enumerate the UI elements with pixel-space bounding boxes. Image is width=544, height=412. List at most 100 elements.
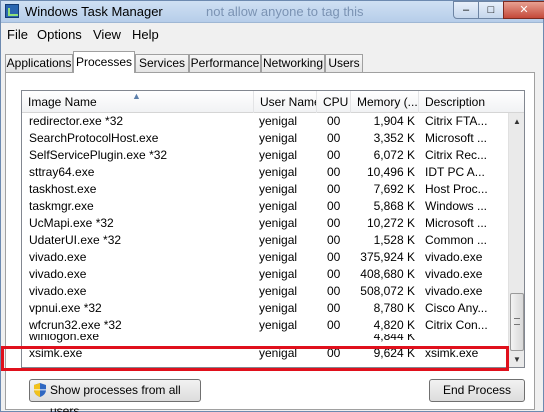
cell-user-name: yenigal (259, 131, 298, 145)
cell-cpu: 00 (327, 233, 341, 247)
cell-user-name: yenigal (259, 284, 298, 298)
tab-applications[interactable]: Applications (5, 54, 73, 73)
table-row[interactable]: redirector.exe *32 yenigal 00 1,904 K Citrix… (22, 113, 508, 130)
column-header-cpu[interactable]: CPU (317, 91, 351, 113)
cell-image-name: vivado.exe (29, 250, 87, 264)
cell-cpu: 00 (327, 114, 341, 128)
menu-bar: File Options View Help (1, 23, 543, 45)
table-row[interactable]: vivado.exe yenigal 00 508,072 K vivado.exe (22, 283, 508, 300)
cell-user-name: yenigal (259, 346, 298, 360)
process-list[interactable]: Image Name ▲ User Name CPU Memory (... D… (21, 90, 525, 368)
tab-processes[interactable]: Processes (73, 51, 135, 73)
close-button[interactable]: ✕ (503, 1, 544, 19)
cell-image-name: sttray64.exe (29, 165, 95, 179)
scroll-thumb[interactable] (510, 293, 524, 351)
show-all-users-button[interactable]: Show processes from all users (29, 379, 201, 412)
cell-cpu: 00 (327, 346, 341, 360)
cell-description: Citrix Rec... (425, 148, 488, 162)
column-header-image-name[interactable]: Image Name ▲ (22, 91, 254, 113)
cell-description: Citrix FTA... (425, 114, 488, 128)
table-row[interactable]: winlogon.exe 4,844 K (22, 334, 508, 344)
cell-cpu: 00 (327, 182, 341, 196)
table-row[interactable]: sttray64.exe yenigal 00 10,496 K IDT PC A... (22, 164, 508, 181)
table-row[interactable]: UcMapi.exe *32 yenigal 00 10,272 K Microsoft… (22, 215, 508, 232)
cell-cpu: 00 (327, 267, 341, 281)
tab-performance[interactable]: Performance (189, 54, 261, 73)
cell-user-name: yenigal (259, 301, 298, 315)
cell-cpu: 00 (327, 165, 341, 179)
cell-description: Cisco Any... (425, 301, 488, 315)
cell-cpu: 00 (327, 131, 341, 145)
cell-image-name: UdaterUI.exe *32 (29, 233, 122, 247)
cell-description: vivado.exe (425, 284, 483, 298)
column-header-user-name[interactable]: User Name (254, 91, 317, 113)
cell-memory: 5,868 K (373, 199, 415, 213)
column-header-description[interactable]: Description (419, 91, 524, 113)
vertical-scrollbar[interactable]: ▲ ▼ (508, 113, 524, 367)
cell-image-name: redirector.exe *32 (29, 114, 124, 128)
cell-user-name: yenigal (259, 233, 298, 247)
task-manager-window: Windows Task Manager not allow anyone to… (0, 0, 544, 412)
cell-user-name: yenigal (259, 165, 298, 179)
cell-description: Microsoft ... (425, 216, 488, 230)
table-row[interactable]: vivado.exe yenigal 00 408,680 K vivado.exe (22, 266, 508, 283)
cell-description: IDT PC A... (425, 165, 485, 179)
cell-memory: 408,680 K (360, 267, 415, 281)
table-row[interactable]: UdaterUI.exe *32 yenigal 00 1,528 K Common .… (22, 232, 508, 249)
table-row[interactable]: vivado.exe yenigal 00 375,924 K vivado.exe (22, 249, 508, 266)
cell-user-name: yenigal (259, 250, 298, 264)
cell-description: Common ... (425, 233, 488, 247)
cell-image-name: taskmgr.exe (29, 199, 94, 213)
scroll-up-arrow-icon[interactable]: ▲ (509, 113, 524, 130)
table-row[interactable]: wfcrun32.exe *32 yenigal 00 4,820 K Citrix C… (22, 317, 508, 334)
cell-memory: 10,272 K (366, 216, 415, 230)
title-bar[interactable]: Windows Task Manager not allow anyone to… (1, 1, 544, 23)
window-title: Windows Task Manager (25, 4, 163, 19)
minimize-button[interactable]: – (453, 1, 479, 19)
cell-cpu: 00 (327, 148, 341, 162)
table-row[interactable]: taskmgr.exe yenigal 00 5,868 K Windows ... (22, 198, 508, 215)
maximize-button[interactable]: □ (478, 1, 504, 19)
cell-image-name: wfcrun32.exe *32 (29, 318, 122, 332)
cell-image-name: UcMapi.exe *32 (29, 216, 114, 230)
uac-shield-icon (34, 383, 46, 397)
sort-ascending-icon: ▲ (132, 91, 141, 101)
cell-cpu: 00 (327, 216, 341, 230)
cell-description: Windows ... (425, 199, 488, 213)
cell-description: Microsoft ... (425, 131, 488, 145)
task-manager-app-icon (5, 4, 19, 18)
menu-view[interactable]: View (93, 27, 121, 42)
cell-description: vivado.exe (425, 267, 483, 281)
cell-image-name: xsimk.exe (29, 346, 83, 360)
menu-options[interactable]: Options (37, 27, 82, 42)
window-title-overlay-text: not allow anyone to tag this (206, 4, 364, 19)
cell-image-name: vivado.exe (29, 284, 87, 298)
cell-image-name: vpnui.exe *32 (29, 301, 102, 315)
table-row[interactable]: SearchProtocolHost.exe yenigal 00 3,352 K Mi… (22, 130, 508, 147)
process-rows: redirector.exe *32 yenigal 00 1,904 K Citrix… (22, 113, 508, 362)
cell-image-name: winlogon.exe (29, 334, 100, 343)
tab-services[interactable]: Services (135, 54, 189, 73)
cell-cpu: 00 (327, 301, 341, 315)
tab-networking[interactable]: Networking (261, 54, 325, 73)
cell-memory: 8,780 K (373, 301, 415, 315)
tab-users[interactable]: Users (325, 54, 363, 73)
end-process-button[interactable]: End Process (429, 379, 525, 402)
cell-memory: 3,352 K (373, 131, 415, 145)
cell-cpu: 00 (327, 284, 341, 298)
cell-image-name: vivado.exe (29, 267, 87, 281)
table-row[interactable]: vpnui.exe *32 yenigal 00 8,780 K Cisco Any..… (22, 300, 508, 317)
cell-memory: 9,624 K (373, 346, 415, 360)
column-header-memory[interactable]: Memory (... (351, 91, 419, 113)
cell-cpu: 00 (327, 199, 341, 213)
table-row-selected[interactable]: xsimk.exe yenigal 00 9,624 K xsimk.exe (22, 345, 508, 362)
table-row[interactable]: SelfServicePlugin.exe *32 yenigal 00 6,072 … (22, 147, 508, 164)
menu-help[interactable]: Help (132, 27, 159, 42)
tab-strip: Applications Processes Services Performa… (5, 51, 535, 73)
table-row[interactable]: taskhost.exe yenigal 00 7,692 K Host Proc... (22, 181, 508, 198)
cell-description: Host Proc... (425, 182, 488, 196)
menu-file[interactable]: File (7, 27, 28, 42)
cell-memory: 4,844 K (373, 334, 415, 343)
cell-description: xsimk.exe (425, 346, 479, 360)
scroll-down-arrow-icon[interactable]: ▼ (509, 351, 524, 367)
